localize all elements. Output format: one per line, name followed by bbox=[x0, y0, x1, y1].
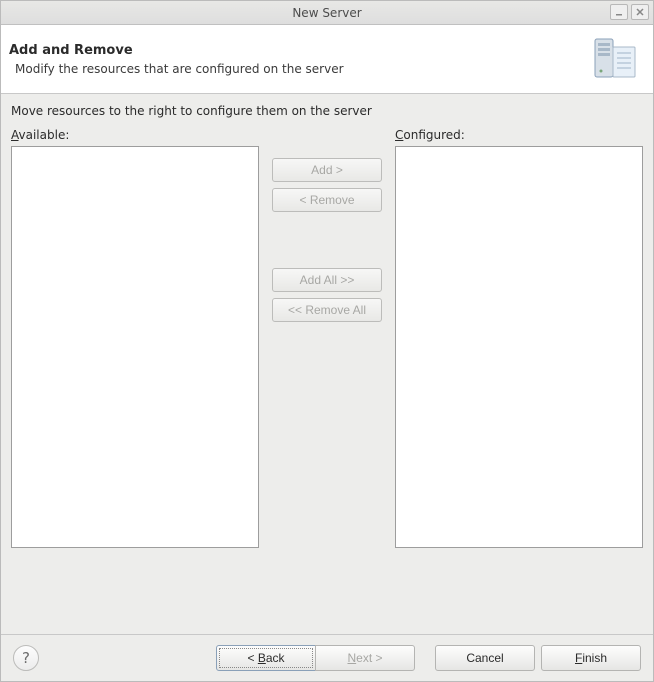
available-listbox[interactable] bbox=[11, 146, 259, 548]
titlebar: New Server bbox=[1, 1, 653, 25]
window-title: New Server bbox=[1, 6, 653, 20]
transfer-buttons: Add > < Remove Add All >> << Remove All bbox=[259, 128, 395, 328]
new-server-wizard: New Server Add and Remove Modify the res… bbox=[0, 0, 654, 682]
help-button[interactable]: ? bbox=[13, 645, 39, 671]
nav-button-pair: < Back Next > bbox=[216, 645, 415, 671]
minimize-button[interactable] bbox=[610, 4, 628, 20]
remove-all-button[interactable]: << Remove All bbox=[272, 298, 382, 322]
minimize-icon bbox=[615, 8, 623, 16]
help-icon: ? bbox=[22, 649, 30, 667]
wizard-header-text: Add and Remove Modify the resources that… bbox=[9, 43, 591, 76]
close-icon bbox=[636, 8, 644, 16]
window-controls bbox=[610, 4, 649, 20]
transfer-lists: Available: Add > < Remove Add All >> << … bbox=[11, 128, 643, 548]
wizard-header: Add and Remove Modify the resources that… bbox=[1, 25, 653, 94]
wizard-content: Move resources to the right to configure… bbox=[1, 94, 653, 634]
cancel-button[interactable]: Cancel bbox=[435, 645, 535, 671]
next-button[interactable]: Next > bbox=[315, 645, 415, 671]
add-all-button[interactable]: Add All >> bbox=[272, 268, 382, 292]
remove-button[interactable]: < Remove bbox=[272, 188, 382, 212]
configured-label: Configured: bbox=[395, 128, 643, 142]
page-description: Modify the resources that are configured… bbox=[9, 62, 591, 76]
page-title: Add and Remove bbox=[9, 43, 591, 58]
finish-button[interactable]: Finish bbox=[541, 645, 641, 671]
add-button[interactable]: Add > bbox=[272, 158, 382, 182]
available-column: Available: bbox=[11, 128, 259, 548]
configured-column: Configured: bbox=[395, 128, 643, 548]
close-button[interactable] bbox=[631, 4, 649, 20]
instruction-text: Move resources to the right to configure… bbox=[11, 104, 643, 118]
configured-listbox[interactable] bbox=[395, 146, 643, 548]
server-icon bbox=[591, 35, 639, 83]
wizard-footer: ? < Back Next > Cancel Finish bbox=[1, 634, 653, 681]
available-label: Available: bbox=[11, 128, 259, 142]
back-button[interactable]: < Back bbox=[216, 645, 316, 671]
